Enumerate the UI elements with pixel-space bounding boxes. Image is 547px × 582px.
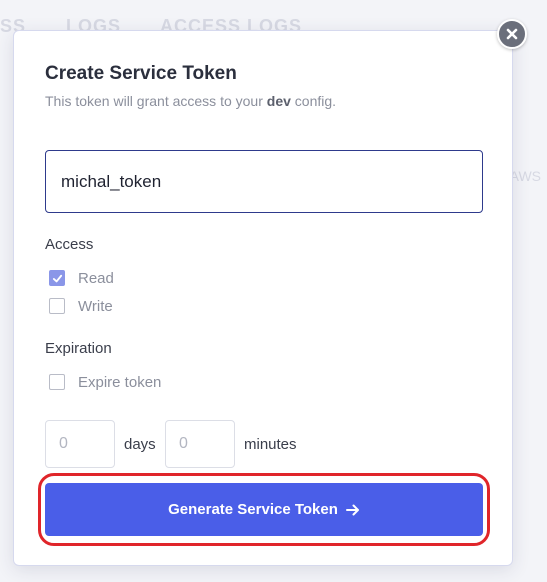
days-label: days bbox=[124, 436, 156, 453]
write-checkbox[interactable] bbox=[49, 298, 65, 314]
minutes-label: minutes bbox=[244, 436, 297, 453]
arrow-right-icon bbox=[345, 504, 359, 515]
modal-subtitle: This token will grant access to your dev… bbox=[45, 93, 336, 109]
read-checkbox-row[interactable]: Read bbox=[49, 269, 114, 287]
expiration-label: Expiration bbox=[45, 340, 112, 357]
subtitle-suffix: config. bbox=[294, 93, 337, 109]
minutes-input[interactable] bbox=[165, 420, 235, 468]
write-label: Write bbox=[78, 297, 113, 315]
subtitle-prefix: This token will grant access to your bbox=[45, 93, 263, 109]
expire-token-row[interactable]: Expire token bbox=[49, 373, 161, 391]
checkmark-icon bbox=[52, 274, 62, 282]
generate-button-label: Generate Service Token bbox=[168, 501, 338, 518]
config-name: dev bbox=[266, 93, 291, 109]
access-label: Access bbox=[45, 236, 94, 253]
close-modal-button[interactable] bbox=[497, 19, 527, 49]
expire-token-label: Expire token bbox=[78, 373, 162, 391]
background-side-text: AWS bbox=[509, 168, 541, 184]
read-label: Read bbox=[78, 269, 114, 287]
days-input[interactable] bbox=[45, 420, 115, 468]
modal-title: Create Service Token bbox=[45, 63, 237, 84]
write-checkbox-row[interactable]: Write bbox=[49, 297, 113, 315]
generate-service-token-button[interactable]: Generate Service Token bbox=[45, 483, 483, 536]
token-name-input[interactable] bbox=[45, 150, 483, 213]
close-icon bbox=[506, 28, 518, 40]
create-service-token-modal: Create Service Token This token will gra… bbox=[13, 30, 513, 566]
read-checkbox[interactable] bbox=[49, 270, 65, 286]
expire-token-checkbox[interactable] bbox=[49, 374, 65, 390]
